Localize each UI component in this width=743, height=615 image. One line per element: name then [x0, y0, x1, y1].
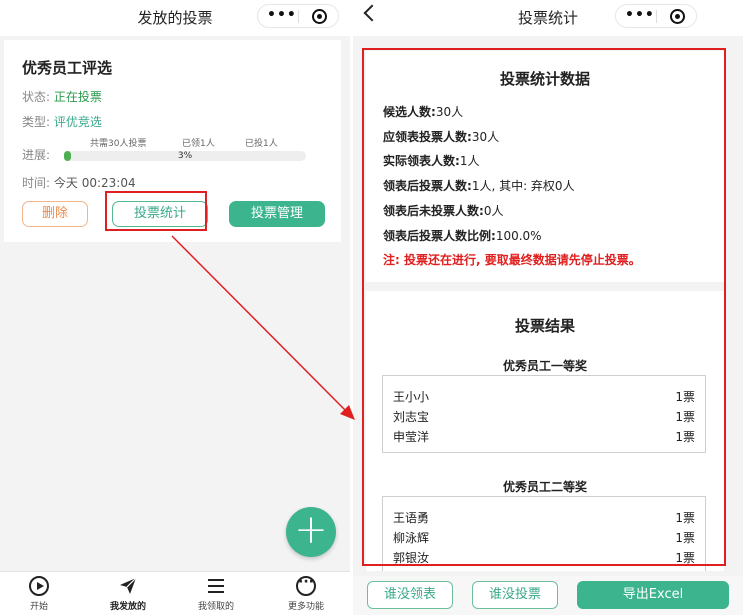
progress-received: 已领1人	[182, 139, 215, 149]
vote-manage-button[interactable]: 投票管理	[229, 201, 325, 227]
status-label: 状态:	[22, 90, 51, 104]
who-not-voted-button[interactable]: 谁没投票	[472, 581, 558, 609]
delete-button[interactable]: 删除	[22, 201, 88, 227]
tab-my-issued[interactable]: 我发放的	[84, 572, 172, 615]
export-excel-button[interactable]: 导出Excel	[577, 581, 729, 609]
close-target-icon[interactable]	[312, 9, 327, 24]
vote-title: 优秀员工评选	[22, 59, 113, 77]
progress-total: 共需30人投票	[90, 139, 147, 149]
bottom-tab-bar: 开始 我发放的 我领取的 更多功能	[0, 571, 350, 615]
tab-my-received[interactable]: 我领取的	[172, 572, 260, 615]
progress-percent: 3%	[177, 151, 193, 161]
time-row: 时间: 今天 00:23:04	[22, 174, 136, 191]
play-icon	[29, 576, 49, 596]
more-dots-icon[interactable]: •••	[625, 7, 655, 23]
status-value: 正在投票	[53, 90, 102, 104]
time-value: 今天 00:23:04	[53, 176, 136, 190]
highlight-frame-stats-page	[362, 48, 726, 566]
more-icon	[296, 574, 316, 596]
capsule-divider	[298, 10, 299, 23]
time-label: 时间:	[22, 176, 51, 190]
progress-label: 进展:	[22, 148, 51, 162]
tab-label: 更多功能	[287, 602, 324, 612]
tab-start[interactable]: 开始	[0, 572, 83, 615]
tab-label: 我领取的	[197, 602, 234, 612]
plus-icon[interactable]: +	[286, 507, 336, 557]
highlight-box-stats-button	[105, 191, 207, 231]
progress-voted: 已投1人	[245, 139, 278, 149]
status-row: 状态: 正在投票	[22, 88, 102, 105]
mini-program-capsule[interactable]: •••	[615, 4, 697, 28]
mini-program-capsule[interactable]: •••	[257, 4, 339, 28]
list-icon	[206, 576, 226, 596]
type-row: 类型: 评优竞选	[22, 113, 102, 130]
nav-bar-left: 发放的投票 •••	[0, 0, 350, 36]
bottom-action-bar: 谁没领表 谁没投票 导出Excel	[353, 576, 743, 615]
type-label: 类型:	[22, 115, 51, 129]
tab-label: 我发放的	[109, 602, 146, 612]
phone-left-screen: 发放的投票 ••• 优秀员工评选 状态: 正在投票 类型: 评优竞选 进展: 共…	[0, 0, 350, 615]
send-icon	[120, 577, 137, 594]
capsule-divider	[656, 10, 657, 23]
nav-bar-right: 投票统计 •••	[353, 0, 743, 36]
more-dots-icon[interactable]: •••	[267, 7, 297, 23]
close-target-icon[interactable]	[670, 9, 685, 24]
type-value: 评优竞选	[53, 115, 102, 129]
tab-more[interactable]: 更多功能	[262, 572, 350, 615]
who-not-received-button[interactable]: 谁没领表	[367, 581, 453, 609]
screenshot-stage: 发放的投票 ••• 优秀员工评选 状态: 正在投票 类型: 评优竞选 进展: 共…	[0, 0, 743, 615]
tab-label: 开始	[29, 602, 48, 612]
